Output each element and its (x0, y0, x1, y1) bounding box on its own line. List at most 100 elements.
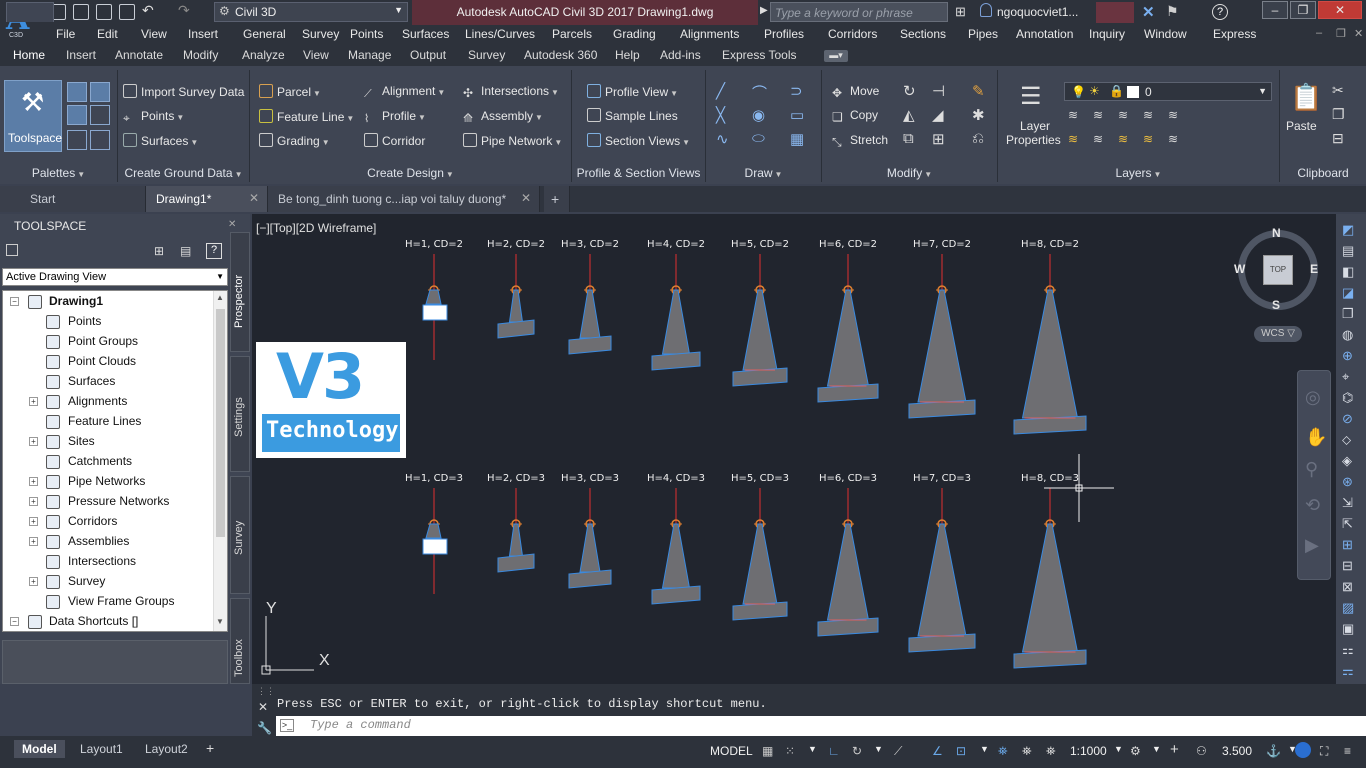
tab-insert[interactable]: Insert (66, 48, 96, 62)
snap-dropdown-icon[interactable]: ▼ (808, 744, 817, 754)
right-toolbar-tool-icon[interactable]: ⌬ (1342, 390, 1353, 406)
command-prompt-icon[interactable]: >_ (280, 719, 294, 732)
right-toolbar-tool-icon[interactable]: ▤ (1342, 243, 1354, 259)
ellipse-icon[interactable]: ⬭ (752, 130, 765, 147)
panel-ground-title[interactable]: Create Ground Data ▼ (118, 166, 249, 180)
intersections-button[interactable]: ✣ Intersections ▼ (463, 84, 559, 100)
osnap-icon[interactable]: ⊡ (956, 744, 966, 758)
polyline-icon[interactable]: ⌒ (752, 82, 767, 103)
wcs-menu[interactable]: WCS ▽ (1254, 326, 1302, 342)
osnap-tracking-icon[interactable]: ∠ (932, 744, 943, 758)
tree-item[interactable]: View Frame Groups (68, 594, 174, 608)
annotation-monitor-icon[interactable]: + (1170, 741, 1179, 758)
toolspace-close-icon[interactable]: ✕ (228, 219, 236, 230)
add-layout-button[interactable]: + (206, 740, 214, 756)
workspace-select[interactable]: ⚙ Civil 3D ▼ (214, 2, 408, 22)
move-button[interactable]: ✥ Move (832, 84, 879, 100)
right-toolbar-tool-icon[interactable]: ⇲ (1342, 495, 1353, 511)
elevation-value[interactable]: 3.500 (1222, 744, 1252, 758)
tree-expander[interactable]: + (29, 397, 38, 406)
offset-icon[interactable]: ⎌ (972, 130, 984, 147)
panel-design-title[interactable]: Create Design ▼ (250, 166, 571, 180)
tab-manage[interactable]: Manage (348, 48, 391, 62)
spline-icon[interactable]: ∿ (716, 130, 729, 148)
right-toolbar-tool-icon[interactable]: ⊛ (1342, 474, 1353, 490)
alignment-button[interactable]: ⟋ Alignment ▼ (364, 84, 445, 102)
menu-minimize-icon[interactable]: – (1316, 27, 1322, 39)
tree-expander[interactable]: − (10, 617, 19, 626)
design-center-icon[interactable] (90, 105, 110, 125)
layer-elevation-icon[interactable]: ⚇ (1196, 744, 1207, 758)
tab-express-tools[interactable]: Express Tools (722, 48, 796, 62)
viewcube-south[interactable]: S (1272, 298, 1280, 312)
user-name[interactable]: ngoquocviet1... (997, 5, 1078, 19)
command-customize-icon[interactable]: 🔧 (257, 721, 272, 735)
isodraft-icon[interactable]: ⟋ (894, 744, 902, 759)
right-toolbar-tool-icon[interactable]: ⚎ (1342, 663, 1354, 679)
right-toolbar-tool-icon[interactable]: ⌖ (1342, 369, 1349, 385)
right-toolbar-tool-icon[interactable]: ⇱ (1342, 516, 1353, 532)
right-toolbar-tool-icon[interactable]: ⊕ (1342, 348, 1353, 364)
command-close-icon[interactable]: ✕ (258, 700, 268, 714)
binoculars-icon[interactable]: ⊞ (955, 4, 966, 20)
tab-toolbox[interactable]: Toolbox (230, 598, 250, 684)
workspace-dropdown-icon[interactable]: ▼ (1152, 744, 1161, 754)
tree-expander[interactable]: + (29, 437, 38, 446)
right-toolbar-tool-icon[interactable]: ⊘ (1342, 411, 1353, 427)
construction-line-icon[interactable]: ╳ (716, 106, 725, 124)
tree-item[interactable]: Point Clouds (68, 354, 136, 368)
search-input[interactable]: Type a keyword or phrase (770, 2, 948, 22)
layer-tool-10-icon[interactable]: ≋ (1168, 132, 1178, 146)
menu-insert[interactable]: Insert (188, 27, 218, 41)
trim-icon[interactable]: ⊣ (932, 82, 945, 100)
scale-dropdown-icon[interactable]: ▼ (1114, 744, 1123, 754)
toolspace-view-select[interactable]: Active Drawing View ▼ (2, 268, 228, 286)
pan-icon[interactable]: ✋ (1305, 427, 1327, 448)
menu-lines-curves[interactable]: Lines/Curves (465, 27, 535, 41)
help-icon[interactable]: ? (1212, 4, 1228, 20)
markup-icon[interactable] (90, 130, 110, 150)
profile-button[interactable]: ⌇ Profile ▼ (364, 109, 426, 126)
right-toolbar-tool-icon[interactable]: ◩ (1342, 222, 1354, 238)
tree-item[interactable]: Point Groups (68, 334, 138, 348)
right-toolbar-tool-icon[interactable]: ⚏ (1342, 642, 1354, 658)
layer-tool-1-icon[interactable]: ≋ (1068, 108, 1078, 122)
panel-layers-title[interactable]: Layers ▼ (998, 166, 1279, 180)
copy-clip-icon[interactable]: ❐ (1332, 106, 1345, 123)
tree-expander[interactable]: + (29, 517, 38, 526)
menu-general[interactable]: General (243, 27, 286, 41)
layer-tool-9-icon[interactable]: ≋ (1143, 132, 1153, 146)
section-views-button[interactable]: Section Views ▼ (587, 133, 690, 148)
tree-item[interactable]: Data Shortcuts [] (49, 614, 138, 628)
save-icon[interactable] (96, 4, 112, 20)
right-toolbar-tool-icon[interactable]: ❐ (1342, 306, 1354, 322)
layer-tool-3-icon[interactable]: ≋ (1118, 108, 1128, 122)
toolspace-toggle-icon[interactable] (6, 244, 18, 256)
viewcube-west[interactable]: W (1234, 262, 1245, 276)
redo-icon[interactable]: ↷ (178, 2, 194, 18)
grading-button[interactable]: Grading ▼ (259, 133, 330, 148)
clean-screen-icon[interactable]: ⛶ (1320, 744, 1328, 759)
minimize-button[interactable]: – (1262, 1, 1288, 19)
points-button[interactable]: ⌖ Points ▼ (123, 109, 184, 125)
scroll-up-icon[interactable]: ▲ (216, 293, 224, 302)
import-survey-data-button[interactable]: Import Survey Data (123, 84, 244, 99)
ribbon-minimize-icon[interactable]: ▬▾ (824, 50, 848, 62)
explode-icon[interactable]: ✱ (972, 106, 985, 124)
tree-item[interactable]: Corridors (68, 514, 117, 528)
annotation-scale-icon[interactable]: ⛯ (1046, 744, 1056, 759)
profile-view-button[interactable]: Profile View ▼ (587, 84, 678, 99)
menu-grading[interactable]: Grading (613, 27, 656, 41)
menu-restore-icon[interactable]: ❐ (1336, 27, 1346, 40)
tree-item[interactable]: Sites (68, 434, 95, 448)
tree-item[interactable]: Catchments (68, 454, 132, 468)
rotate-icon[interactable]: ↻ (903, 82, 916, 100)
tab-survey[interactable]: Survey (468, 48, 505, 62)
menu-express[interactable]: Express (1213, 27, 1256, 41)
menu-points[interactable]: Points (350, 27, 383, 41)
tab-add-ins[interactable]: Add-ins (660, 48, 701, 62)
stretch-button[interactable]: ⤡ Stretch (832, 133, 888, 149)
layer-tool-5-icon[interactable]: ≋ (1168, 108, 1178, 122)
hardware-acceleration-icon[interactable] (1295, 742, 1311, 758)
auto-scale-icon[interactable]: ⛯ (1022, 744, 1032, 759)
